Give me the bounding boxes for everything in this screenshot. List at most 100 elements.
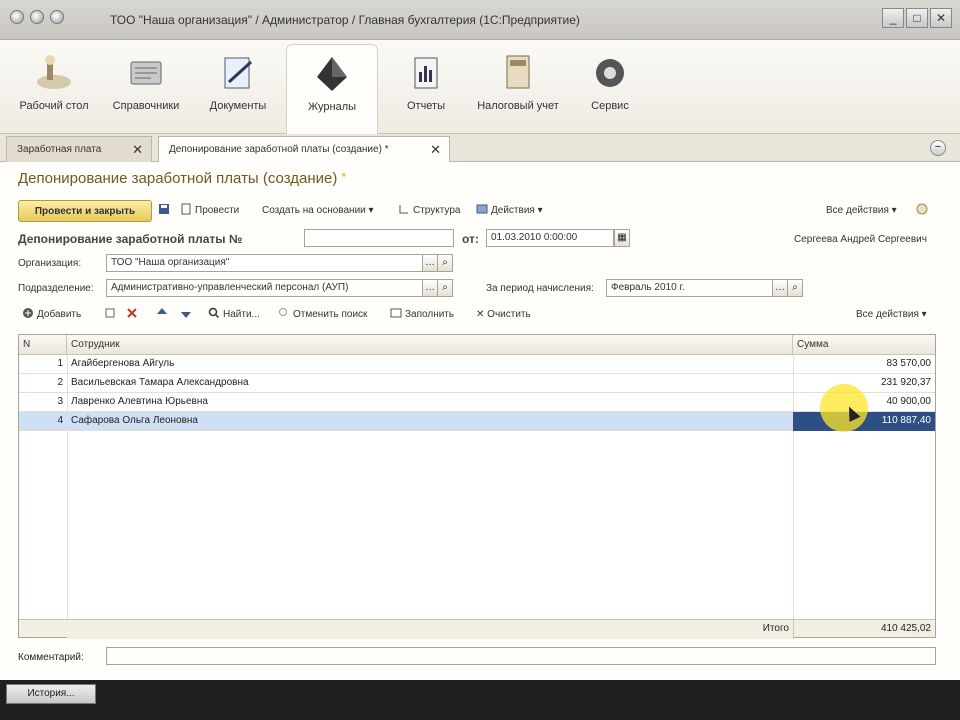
- date-field[interactable]: 01.03.2010 0:00:00: [486, 229, 614, 247]
- minimize-button[interactable]: _: [882, 8, 904, 28]
- move-up-icon[interactable]: [156, 304, 171, 326]
- structure-icon: [399, 205, 408, 214]
- period-field[interactable]: Февраль 2010 г.: [606, 279, 774, 297]
- actions-button[interactable]: Действия ▾: [476, 200, 543, 222]
- back-icon[interactable]: [30, 10, 44, 24]
- post-label: Провести: [195, 205, 240, 216]
- table-all-actions-label: Все действия: [856, 309, 919, 320]
- section-catalogs[interactable]: Справочники: [104, 44, 188, 130]
- move-down-icon[interactable]: [180, 304, 195, 326]
- delete-icon[interactable]: [126, 304, 141, 326]
- tab-label: Депонирование заработной платы (создание…: [169, 144, 389, 155]
- comment-label: Комментарий:: [18, 652, 84, 663]
- organization-label: Организация:: [18, 258, 82, 269]
- actions-label: Действия: [491, 205, 535, 216]
- column-header-employee[interactable]: Сотрудник: [67, 335, 793, 355]
- sum-cell[interactable]: 83 570,00: [793, 355, 935, 374]
- section-documents[interactable]: Документы: [196, 44, 280, 130]
- close-icon[interactable]: ✕: [430, 142, 441, 158]
- department-field[interactable]: Административно-управленческий персонал …: [106, 279, 424, 297]
- section-label: Сервис: [591, 100, 629, 112]
- section-journals[interactable]: Журналы: [286, 44, 378, 138]
- comment-field[interactable]: [106, 647, 936, 665]
- collapse-icon[interactable]: −: [930, 140, 946, 156]
- close-button[interactable]: ✕: [930, 8, 952, 28]
- select-icon[interactable]: …: [422, 279, 438, 297]
- fill-button[interactable]: Заполнить: [390, 304, 454, 326]
- table-all-actions-button[interactable]: Все действия ▾: [856, 304, 927, 326]
- table-row[interactable]: 2 Васильевская Тамара Александровна 231 …: [19, 374, 935, 393]
- documents-icon: [224, 57, 253, 89]
- all-actions-label: Все действия: [826, 205, 889, 216]
- table-row-selected[interactable]: 4 Сафарова Ольга Леоновна 110 887,40: [19, 412, 935, 431]
- employees-table[interactable]: N Сотрудник Сумма 1 Агайбергенова Айгуль…: [18, 334, 936, 639]
- select-icon[interactable]: …: [772, 279, 788, 297]
- modified-star-icon: *: [341, 170, 347, 184]
- row-number: 4: [57, 415, 63, 426]
- section-desktop[interactable]: Рабочий стол: [12, 44, 96, 130]
- journals-icon: [317, 57, 347, 91]
- maximize-button[interactable]: □: [906, 8, 928, 28]
- all-actions-button[interactable]: Все действия ▾: [826, 200, 897, 222]
- cancel-search-button[interactable]: Отменить поиск: [278, 304, 367, 326]
- post-icon: [181, 203, 191, 215]
- catalogs-icon: [130, 61, 162, 85]
- add-icon: [23, 308, 33, 318]
- column-header-n[interactable]: N: [19, 335, 67, 355]
- column-header-sum[interactable]: Сумма: [793, 335, 935, 355]
- search-icon[interactable]: ⌕: [437, 279, 453, 297]
- employee-cell[interactable]: Лавренко Алевтина Юрьевна: [67, 393, 793, 412]
- create-based-on-button[interactable]: Создать на основании ▾: [262, 200, 374, 222]
- history-button[interactable]: История...: [6, 684, 96, 704]
- clear-button[interactable]: ✕ Очистить: [476, 304, 531, 326]
- row-number: 2: [57, 377, 63, 388]
- save-icon[interactable]: [158, 200, 173, 222]
- section-reports[interactable]: Отчеты: [384, 44, 468, 130]
- section-label: Налоговый учет: [477, 100, 559, 112]
- forward-icon[interactable]: [50, 10, 64, 24]
- select-icon[interactable]: …: [422, 254, 438, 272]
- add-label: Добавить: [37, 309, 82, 320]
- window-title: ТОО "Наша организация" / Администратор /…: [110, 13, 580, 27]
- title-bar: ТОО "Наша организация" / Администратор /…: [0, 0, 960, 40]
- post-and-close-button[interactable]: Провести и закрыть: [18, 200, 152, 222]
- section-label: Журналы: [307, 101, 357, 113]
- tab-salary[interactable]: Заработная плата ✕: [6, 136, 152, 162]
- section-label: Справочники: [112, 100, 180, 112]
- actions-icon: [476, 204, 488, 214]
- fill-icon: [390, 308, 402, 318]
- total-label: Итого: [67, 620, 793, 639]
- sum-cell[interactable]: 231 920,37: [793, 374, 935, 393]
- document-number-field[interactable]: [304, 229, 454, 247]
- create-based-on-label: Создать на основании: [262, 205, 366, 216]
- table-total-row: Итого 410 425,02: [19, 619, 935, 639]
- search-icon[interactable]: ⌕: [437, 254, 453, 272]
- document-number-label: Депонирование заработной платы №: [18, 232, 243, 246]
- search-icon[interactable]: ⌕: [787, 279, 803, 297]
- app-menu-icon[interactable]: [10, 10, 24, 24]
- section-service[interactable]: Сервис: [568, 44, 652, 130]
- close-icon[interactable]: ✕: [132, 142, 143, 158]
- author-label: Сергеева Андрей Сергеевич: [794, 234, 927, 245]
- find-button[interactable]: Найти...: [208, 304, 260, 326]
- post-button[interactable]: Провести: [180, 200, 239, 222]
- section-tax-accounting[interactable]: Налоговый учет: [476, 44, 560, 130]
- add-row-button[interactable]: Добавить: [22, 304, 81, 326]
- table-row[interactable]: 1 Агайбергенова Айгуль 83 570,00: [19, 355, 935, 374]
- reports-icon: [414, 57, 438, 89]
- employee-cell[interactable]: Агайбергенова Айгуль: [67, 355, 793, 374]
- period-label: За период начисления:: [486, 283, 594, 294]
- help-icon[interactable]: [916, 200, 931, 222]
- status-bar: История...: [0, 680, 960, 720]
- tab-label: Заработная плата: [17, 144, 102, 155]
- structure-label: Структура: [413, 205, 461, 216]
- tab-deposit-creation[interactable]: Депонирование заработной платы (создание…: [158, 136, 450, 163]
- calendar-icon[interactable]: ▦: [614, 229, 630, 247]
- table-row[interactable]: 3 Лавренко Алевтина Юрьевна 40 900,00: [19, 393, 935, 412]
- employee-cell[interactable]: Сафарова Ольга Леоновна: [67, 412, 793, 431]
- video-player-bar: [240, 688, 890, 702]
- structure-button[interactable]: Структура: [398, 200, 460, 222]
- organization-field[interactable]: ТОО "Наша организация": [106, 254, 424, 272]
- employee-cell[interactable]: Васильевская Тамара Александровна: [67, 374, 793, 393]
- copy-icon[interactable]: [104, 304, 119, 326]
